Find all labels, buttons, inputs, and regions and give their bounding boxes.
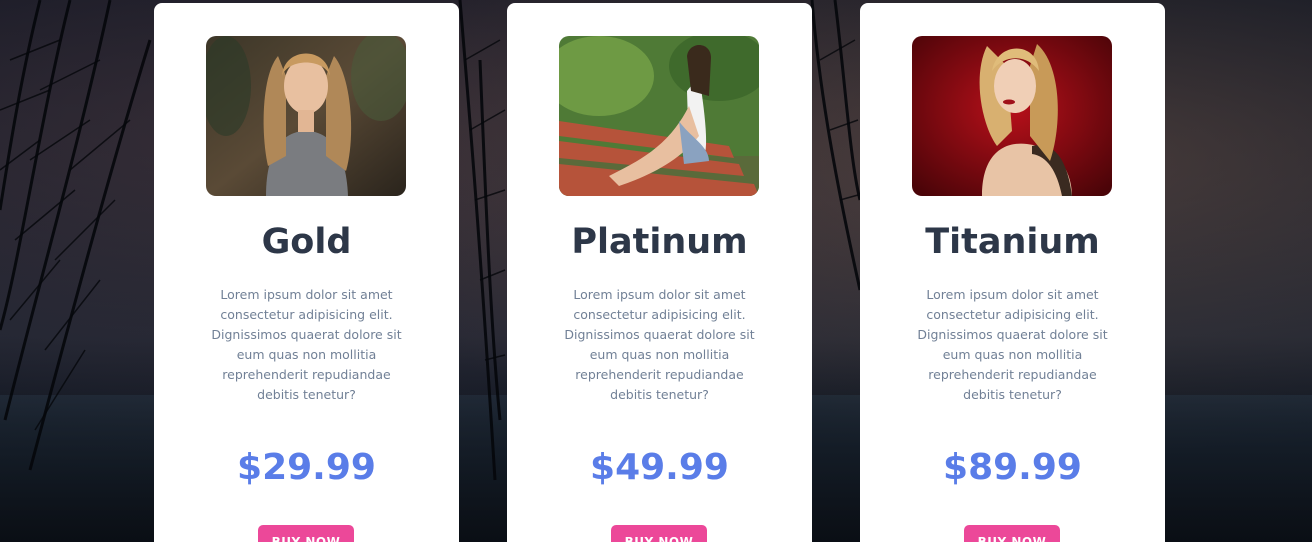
plan-title: Platinum bbox=[571, 222, 748, 262]
plan-photo-titanium bbox=[912, 36, 1112, 196]
pricing-cards: Gold Lorem ipsum dolor sit amet consecte… bbox=[0, 0, 1312, 542]
buy-now-button[interactable]: BUY NOW bbox=[611, 525, 707, 542]
pricing-card-titanium: Titanium Lorem ipsum dolor sit amet cons… bbox=[860, 3, 1165, 542]
plan-title: Titanium bbox=[925, 222, 1100, 262]
pricing-card-gold: Gold Lorem ipsum dolor sit amet consecte… bbox=[154, 3, 459, 542]
plan-description: Lorem ipsum dolor sit amet consectetur a… bbox=[211, 287, 402, 402]
plan-price: $49.99 bbox=[590, 447, 729, 488]
plan-photo-platinum bbox=[559, 36, 759, 196]
plan-photo-gold bbox=[206, 36, 406, 196]
plan-title: Gold bbox=[261, 222, 352, 262]
plan-price: $29.99 bbox=[237, 447, 376, 488]
plan-price: $89.99 bbox=[943, 447, 1082, 488]
pricing-card-platinum: Platinum Lorem ipsum dolor sit amet cons… bbox=[507, 3, 812, 542]
plan-description: Lorem ipsum dolor sit amet consectetur a… bbox=[917, 287, 1108, 402]
plan-description: Lorem ipsum dolor sit amet consectetur a… bbox=[564, 287, 755, 402]
buy-now-button[interactable]: BUY NOW bbox=[258, 525, 354, 542]
buy-now-button[interactable]: BUY NOW bbox=[964, 525, 1060, 542]
page-background: Gold Lorem ipsum dolor sit amet consecte… bbox=[0, 0, 1312, 542]
